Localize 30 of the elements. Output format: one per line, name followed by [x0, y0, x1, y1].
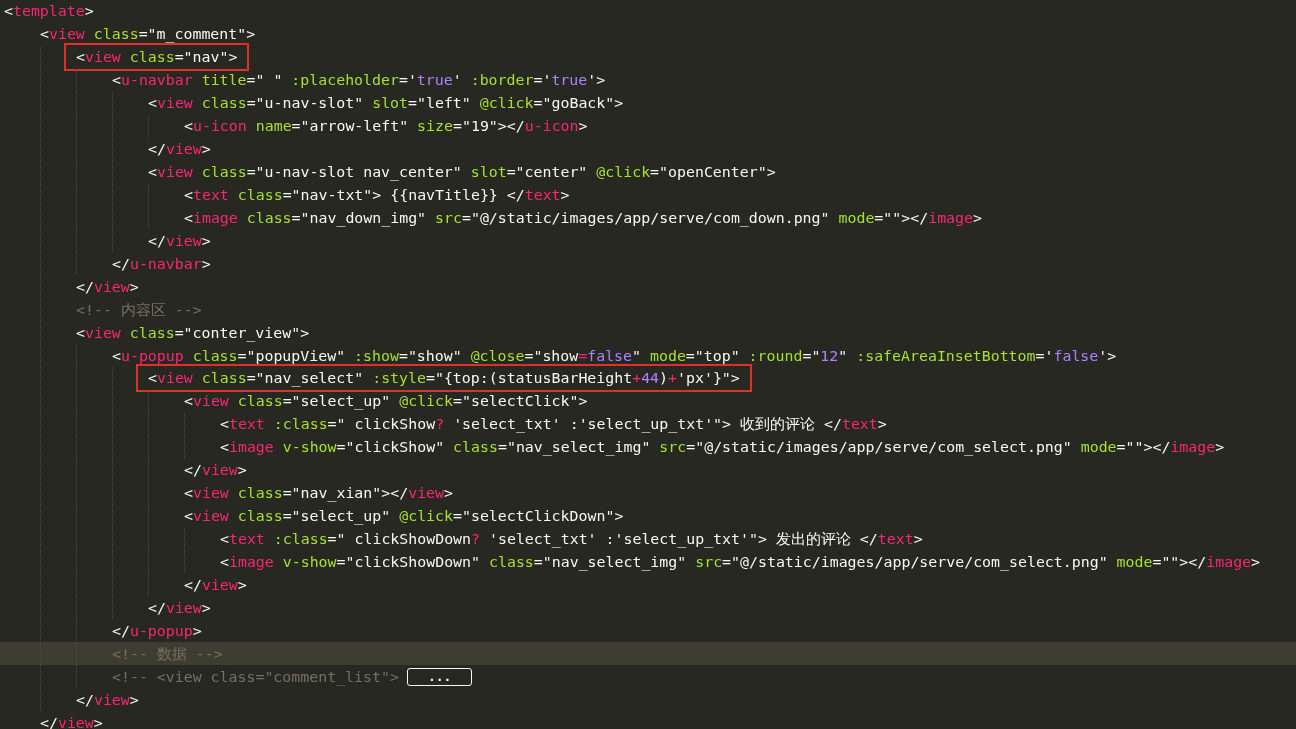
code-line: <text :class=" clickShowDown? 'select_txt' :'select_up_txt'"> 发出的评论 </text>: [220, 529, 923, 550]
code-line: </u-popup>: [112, 620, 202, 641]
code-line: <view class="u-nav-slot nav_center" slot="center" @click="openCenter">: [148, 162, 776, 183]
fold-button[interactable]: ...: [406, 667, 473, 686]
code-line: </view>: [148, 597, 211, 618]
code-line: <!-- 内容区 -->: [76, 299, 202, 320]
code-line: <view class="select_up" @click="selectClick">: [184, 391, 588, 412]
code-line: <view class="m_comment">: [40, 24, 256, 45]
code-line: <image class="nav_down_img" src="@/static/images/app/serve/com_down.png" mode=""></image>: [184, 207, 982, 228]
code-line: <text :class=" clickShow? 'select_txt' :'select_up_txt'"> 收到的评论 </text>: [220, 414, 887, 435]
code-line: </view>: [184, 460, 247, 481]
code-line: </view>: [148, 230, 211, 251]
code-line: <u-popup class="popupView" :show="show" @close="show=false" mode="top" :round="12" :safeAreaInsetBottom='false'>: [112, 345, 1117, 366]
code-line: <u-navbar title=" " :placeholder='true' :border='true'>: [112, 70, 606, 91]
code-line: </view>: [76, 276, 139, 297]
code-line: </view>: [184, 574, 247, 595]
code-line: <!-- <view class="comment_list">: [112, 666, 399, 687]
code-line: <view class="select_up" @click="selectClickDown">: [184, 506, 624, 527]
code-line: <image v-show="clickShow" class="nav_select_img" src="@/static/images/app/serve/com_select.png" mode=""></image>: [220, 437, 1225, 458]
code-line: <view class="u-nav-slot" slot="left" @click="goBack">: [148, 93, 624, 114]
code-line: </u-navbar>: [112, 253, 211, 274]
code-line: <image v-show="clickShowDown" class="nav_select_img" src="@/static/images/app/serve/com_select.png" mode=""></image>: [220, 551, 1261, 572]
code-line: <view class="conter_view">: [76, 322, 310, 343]
code-line: <view class="nav_xian"></view>: [184, 483, 453, 504]
code-line: </view>: [148, 139, 211, 160]
code-line: </view>: [76, 689, 139, 710]
code-line: <u-icon name="arrow-left" size="19"></u-icon>: [184, 116, 588, 137]
code-line: <template>: [4, 1, 94, 22]
code-line: <text class="nav-txt"> {{navTitle}} </text>: [184, 184, 570, 205]
code-line: </view>: [40, 712, 103, 729]
